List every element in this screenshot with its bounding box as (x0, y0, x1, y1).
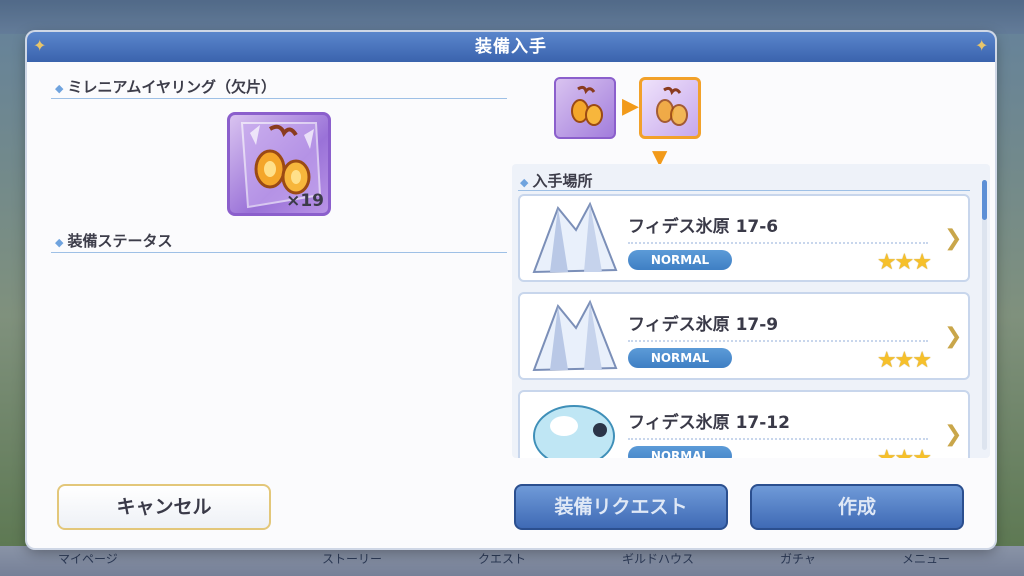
status-heading: ◆ 装備ステータス (55, 230, 172, 251)
stage-name: フィデス氷原 17-12 (628, 413, 790, 433)
divider (628, 242, 928, 244)
chain-arrow-icon: ▶ (622, 94, 639, 119)
ice-boss-icon (533, 405, 615, 458)
corner-ornament-left-icon: ✦ (33, 36, 47, 55)
divider (628, 438, 928, 440)
corner-ornament-right-icon: ✦ (975, 36, 989, 55)
star-rating: ★★★ (876, 348, 932, 373)
ice-mountain-icon (532, 201, 618, 274)
item-name: ミレニアムイヤリング（欠片） (67, 78, 276, 96)
star-rating: ★★★ (877, 446, 932, 458)
acquire-location-list[interactable]: ◆ 入手場所 フィデス氷原 17-6 NORMAL ★★★ ❯ フィデス氷原 17… (512, 164, 990, 458)
go-arrow-icon[interactable]: ❯ (944, 320, 962, 354)
divider (518, 190, 970, 191)
divider (628, 340, 928, 342)
equipment-acquire-dialog: 装備入手 ✦ ✦ ◆ ミレニアムイヤリング（欠片） ×19 ◆ 装備ステータス ▶ (27, 32, 995, 548)
acquire-location-label: 入手場所 (532, 172, 593, 190)
diamond-bullet-icon: ◆ (520, 176, 529, 189)
dialog-title: 装備入手 (27, 32, 995, 62)
divider (51, 98, 507, 99)
cancel-button[interactable]: キャンセル (57, 484, 271, 530)
source-card[interactable]: フィデス氷原 17-9 NORMAL ★★★ ❯ (518, 292, 970, 380)
ice-mountain-icon (532, 299, 618, 372)
source-card[interactable]: フィデス氷原 17-12 NORMAL ★★★ ❯ (518, 390, 970, 458)
scrollbar-thumb[interactable] (982, 180, 987, 220)
earring-fragment-icon (571, 85, 603, 126)
source-card[interactable]: フィデス氷原 17-6 NORMAL ★★★ ❯ (518, 194, 970, 282)
stage-name: フィデス氷原 17-6 (628, 217, 779, 237)
star-rating: ★★★ (876, 250, 932, 275)
acquire-location-heading: ◆ 入手場所 (520, 170, 592, 191)
source-item-icon[interactable] (554, 77, 616, 139)
item-name-heading: ◆ ミレニアムイヤリング（欠片） (55, 76, 276, 97)
item-icon[interactable]: ×19 (227, 112, 331, 216)
scrollbar-track[interactable] (982, 180, 987, 450)
craft-button[interactable]: 作成 (750, 484, 964, 530)
earring-icon (656, 86, 688, 126)
go-arrow-icon[interactable]: ❯ (944, 222, 962, 256)
divider (51, 252, 507, 253)
difficulty-badge: NORMAL (628, 348, 732, 368)
status-label: 装備ステータス (67, 232, 173, 250)
diamond-bullet-icon: ◆ (55, 236, 64, 249)
diamond-bullet-icon: ◆ (55, 82, 64, 95)
difficulty-badge: NORMAL (628, 250, 732, 270)
difficulty-badge: NORMAL (628, 446, 732, 458)
stage-name: フィデス氷原 17-9 (628, 315, 779, 335)
go-arrow-icon[interactable]: ❯ (944, 418, 962, 452)
equip-request-button[interactable]: 装備リクエスト (514, 484, 728, 530)
item-quantity: ×19 (286, 191, 324, 211)
target-item-icon[interactable] (639, 77, 701, 139)
